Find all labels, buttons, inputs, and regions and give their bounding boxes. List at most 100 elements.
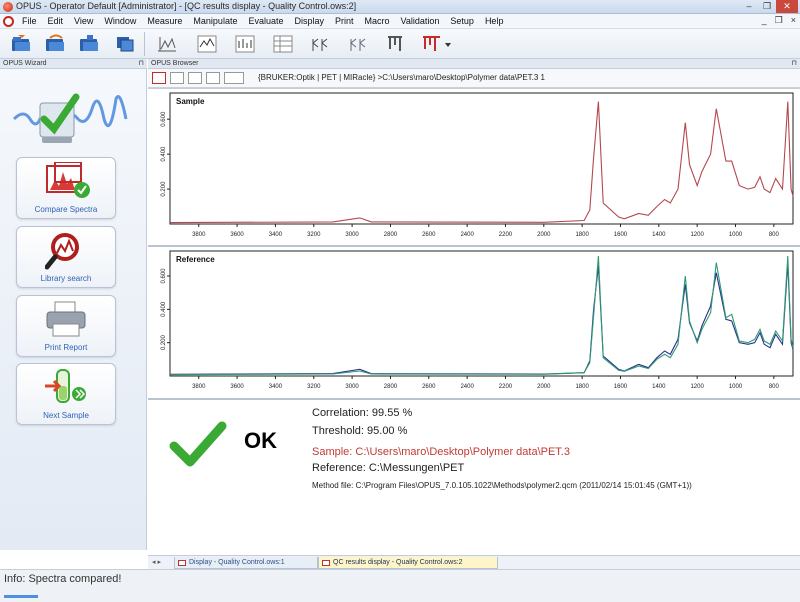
- opus-logo-icon[interactable]: [3, 16, 14, 27]
- menu-bar: File Edit View Window Measure Manipulate Evalu…: [0, 14, 800, 29]
- wizard-header-title: OPUS Wizard: [3, 60, 47, 67]
- x-tick-label: 1800: [575, 232, 589, 238]
- x-tick-label: 1200: [690, 384, 704, 390]
- x-tick-label: 3800: [192, 384, 206, 390]
- x-tick-label: 800: [769, 384, 780, 390]
- scsm-block-icon[interactable]: [188, 72, 202, 84]
- restore-button[interactable]: ❐: [758, 0, 776, 13]
- x-tick-label: 2800: [384, 232, 398, 238]
- wizard-panel: Compare Spectra Library search Print Rep…: [0, 69, 147, 550]
- spectra-tools-icon[interactable]: [384, 33, 406, 55]
- status-progress-bar: [4, 595, 38, 598]
- window-title: OPUS - Operator Default [Administrator] …: [16, 1, 357, 11]
- x-tick-label: 3000: [345, 384, 359, 390]
- tab-label: QC results display - Quality Control.ows…: [333, 559, 463, 566]
- x-tick-label: 3400: [269, 384, 283, 390]
- plot-frame: [169, 250, 794, 377]
- menu-item[interactable]: Evaluate: [248, 16, 283, 26]
- close-button[interactable]: ✕: [776, 0, 798, 13]
- x-tick-label: 2600: [422, 232, 436, 238]
- tab-scroll-arrows[interactable]: ◂ ▸: [152, 558, 161, 566]
- tab-display-quality-control[interactable]: Display - Quality Control.ows:1: [174, 557, 318, 569]
- x-tick-label: 3200: [307, 384, 321, 390]
- x-tick-label: 1200: [690, 232, 704, 238]
- x-tick-label: 3800: [192, 232, 206, 238]
- scrf-block-icon[interactable]: [206, 72, 220, 84]
- title-bar: OPUS - Operator Default [Administrator] …: [0, 0, 800, 14]
- menu-item[interactable]: Measure: [147, 16, 182, 26]
- menu-item[interactable]: Display: [294, 16, 324, 26]
- spectrum-file-icon[interactable]: [152, 72, 166, 84]
- history-block-icon[interactable]: [224, 72, 244, 84]
- table-view-icon[interactable]: [272, 33, 294, 55]
- compare-icon[interactable]: [310, 33, 332, 55]
- search-compare-icon[interactable]: [348, 33, 370, 55]
- integration-icon[interactable]: [196, 33, 218, 55]
- mdi-restore-button[interactable]: ❐: [775, 15, 783, 26]
- baseline-icon[interactable]: [234, 33, 256, 55]
- checkmark-icon: [169, 421, 227, 467]
- menu-item[interactable]: View: [74, 16, 93, 26]
- x-tick-label: 2800: [384, 384, 398, 390]
- x-tick-label: 2200: [499, 384, 513, 390]
- print-report-button[interactable]: Print Report: [16, 295, 116, 357]
- menu-item[interactable]: Print: [335, 16, 354, 26]
- qc-tab-icon: [322, 560, 330, 566]
- compare-spectra-label: Compare Spectra: [34, 205, 98, 214]
- menu-item[interactable]: Macro: [365, 16, 390, 26]
- window-controls: – ❐ ✕: [740, 0, 798, 13]
- x-tick-label: 2400: [460, 384, 474, 390]
- mdi-close-button[interactable]: ×: [791, 15, 796, 26]
- compare-spectra-button[interactable]: Compare Spectra: [16, 157, 116, 219]
- x-tick-label: 1800: [575, 384, 589, 390]
- x-tick-label: 3600: [230, 232, 244, 238]
- mdi-controls: _ ❐ ×: [762, 15, 796, 26]
- pin-icon[interactable]: ⊓: [792, 59, 797, 68]
- menu-item[interactable]: Edit: [48, 16, 64, 26]
- open-file-icon[interactable]: [10, 33, 32, 55]
- document-tab-bar: ◂ ▸ Display - Quality Control.ows:1 QC r…: [148, 555, 800, 569]
- copy-windows-icon[interactable]: [114, 33, 136, 55]
- menu-item[interactable]: Setup: [450, 16, 474, 26]
- menu-item[interactable]: Window: [104, 16, 136, 26]
- x-tick-label: 1600: [614, 384, 628, 390]
- menu-items: File Edit View Window Measure Manipulate Evalu…: [22, 16, 503, 26]
- x-tick-label: 1600: [614, 232, 628, 238]
- next-sample-button[interactable]: Next Sample: [16, 363, 116, 425]
- sample-path: Sample: C:\Users\maro\Desktop\Polymer da…: [312, 446, 570, 458]
- x-tick-label: 2600: [422, 384, 436, 390]
- x-tick-label: 3000: [345, 232, 359, 238]
- library-search-button[interactable]: Library search: [16, 226, 116, 288]
- x-tick-label: 3400: [269, 232, 283, 238]
- reference-spectrum-panel[interactable]: 3800 3600 3400 3200 3000 2800 2600 2400 2200 2000…: [148, 245, 800, 398]
- browser-file-path: {BRUKER:Optik | PET | MIRacle} >C:\Users…: [258, 73, 545, 82]
- sample-spectrum-chart[interactable]: 3800 3600 3400 3200 3000 2800 2600 2400 2200 2000…: [148, 89, 800, 246]
- mdi-minimize-button[interactable]: _: [762, 15, 767, 26]
- browser-panel-header: OPUS Browser ⊓: [148, 59, 800, 69]
- menu-item[interactable]: Manipulate: [193, 16, 237, 26]
- reference-plot-title: Reference: [176, 255, 215, 264]
- menu-item[interactable]: Validation: [401, 16, 440, 26]
- pin-icon[interactable]: ⊓: [139, 59, 144, 68]
- sample-spectrum-panel[interactable]: 3800 3600 3400 3200 3000 2800 2600 2400 2200 2000…: [148, 88, 800, 245]
- minimize-button[interactable]: –: [740, 0, 758, 13]
- reference-path: Reference: C:\Messungen\PET: [312, 462, 465, 474]
- ab-block-icon[interactable]: [170, 72, 184, 84]
- red-tools-icon[interactable]: [420, 33, 454, 55]
- reference-spectrum-chart[interactable]: 3800 3600 3400 3200 3000 2800 2600 2400 2200 2000…: [148, 247, 800, 398]
- y-tick-label: 0.400: [161, 146, 167, 162]
- x-tick-label: 1400: [652, 384, 666, 390]
- menu-item[interactable]: File: [22, 16, 37, 26]
- qc-result-ok: OK: [244, 428, 277, 453]
- next-sample-label: Next Sample: [43, 411, 89, 420]
- load-file-icon[interactable]: [44, 33, 66, 55]
- y-tick-label: 0.600: [161, 268, 167, 284]
- x-tick-label: 1000: [729, 384, 743, 390]
- peak-pick-icon[interactable]: [156, 33, 178, 55]
- menu-item[interactable]: Help: [485, 16, 504, 26]
- next-sample-icon: [45, 369, 86, 403]
- wizard-logo-icon: [12, 93, 128, 143]
- save-folder-icon[interactable]: [78, 33, 100, 55]
- x-tick-label: 2200: [499, 232, 513, 238]
- tab-qc-results-display[interactable]: QC results display - Quality Control.ows…: [318, 557, 498, 569]
